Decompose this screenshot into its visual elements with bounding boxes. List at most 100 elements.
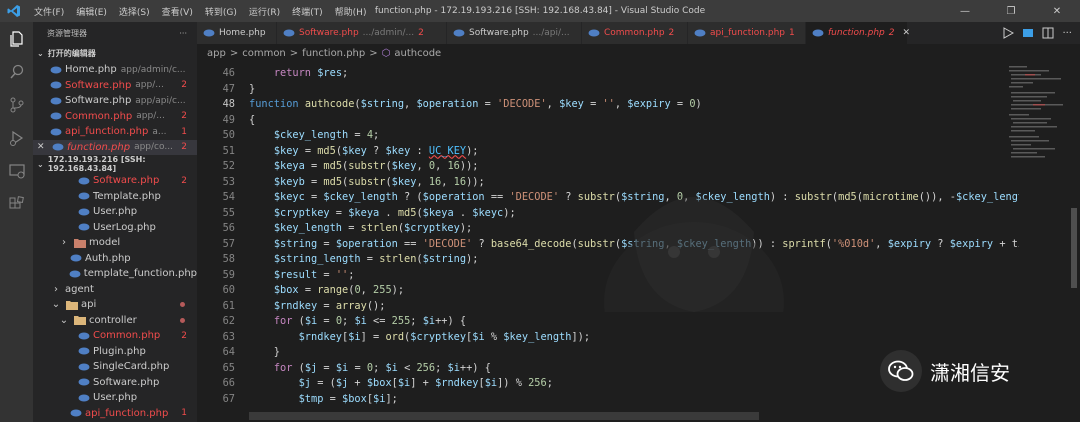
open-editor-item[interactable]: Software.php app/api/c...	[33, 93, 197, 109]
close-icon[interactable]: ✕	[37, 142, 49, 152]
tree-item-name: UserLog.php	[93, 221, 156, 233]
problem-count-badge: 2	[181, 111, 187, 122]
run-debug-icon[interactable]	[0, 121, 33, 154]
code-line[interactable]: $rndkey[$i] = ord($cryptkey[$i % $key_le…	[249, 330, 1019, 346]
open-editor-item[interactable]: api_function.php a... 1	[33, 124, 197, 140]
minimap[interactable]	[1005, 62, 1071, 422]
tree-item[interactable]: Auth.php	[33, 251, 197, 267]
tree-item[interactable]: SingleCard.php	[33, 359, 197, 375]
open-editor-item[interactable]: ✕ function.php app/co... 2	[33, 139, 197, 155]
breadcrumb-item[interactable]: function.php	[302, 48, 365, 59]
chevron-down-icon[interactable]: ⌄	[49, 299, 63, 310]
tree-item[interactable]: ⌄ api	[33, 297, 197, 313]
line-number: 61	[222, 299, 235, 312]
tree-item[interactable]: Software.php	[33, 375, 197, 391]
breadcrumb-item[interactable]: authcode	[394, 48, 441, 59]
menu-item[interactable]: 选择(S)	[113, 5, 156, 18]
explorer-title: 资源管理器	[47, 28, 87, 38]
search-icon[interactable]	[0, 55, 33, 88]
code-line[interactable]: $ckey_length = 4;	[249, 128, 1019, 144]
code-editor[interactable]: 46 47 48 49 50 51 52 53 54 55 56 57 58 59 60 61 62 63 64 65…	[197, 62, 1080, 422]
tree-item-name: api_function.php	[85, 407, 169, 419]
workspace-root-header[interactable]: ⌄ 172.19.193.216 [SSH: 192.168.43.84]	[33, 155, 197, 173]
line-number: 51	[222, 144, 235, 157]
code-line[interactable]: }	[249, 82, 1019, 98]
tree-item-name: User.php	[93, 206, 138, 218]
editor-tabs: Home.php Software.php .../admin/... 2 Softwa…	[197, 22, 1080, 44]
tree-item-name: agent	[65, 283, 94, 295]
problem-dot-icon	[180, 317, 185, 323]
tree-item[interactable]: Plugin.php	[33, 344, 197, 360]
tree-item-name: template_function.php	[83, 268, 197, 280]
tab-api_function-php[interactable]: api_function.php 1	[688, 22, 806, 44]
php-file-icon	[49, 128, 63, 136]
code-line[interactable]: function authcode($string, $operation = …	[249, 97, 1019, 113]
folder-open-icon	[65, 300, 79, 310]
open-editor-path: a...	[152, 126, 167, 137]
tree-item[interactable]: User.php	[33, 390, 197, 406]
explorer-icon[interactable]	[0, 22, 33, 55]
source-control-icon[interactable]	[0, 88, 33, 121]
chevron-down-icon[interactable]: ⌄	[57, 315, 71, 326]
line-number: 67	[222, 392, 235, 405]
code-line[interactable]: $tmp = $box[$i];	[249, 392, 1019, 408]
line-number: 47	[222, 82, 235, 95]
close-tab-icon[interactable]: ✕	[903, 28, 911, 38]
php-file-icon	[453, 29, 465, 37]
chevron-right-icon[interactable]: ›	[49, 284, 63, 295]
more-actions-icon[interactable]: ···	[1062, 28, 1072, 39]
menu-item[interactable]: 终端(T)	[286, 5, 329, 18]
open-editors-header[interactable]: ⌄ 打开的编辑器	[33, 44, 197, 62]
code-line[interactable]: $key = md5($key ? $key : UC_KEY);	[249, 144, 1019, 160]
vertical-scrollbar[interactable]	[1071, 208, 1077, 288]
open-editor-item[interactable]: Software.php app/... 2	[33, 78, 197, 94]
tree-item[interactable]: api_function.php 1	[33, 406, 197, 422]
menu-item[interactable]: 编辑(E)	[70, 5, 113, 18]
tree-item[interactable]: UserLog.php	[33, 220, 197, 236]
code-line[interactable]: {	[249, 113, 1019, 129]
horizontal-scrollbar[interactable]	[249, 412, 759, 420]
tree-item[interactable]: Template.php	[33, 189, 197, 205]
php-file-icon	[49, 112, 63, 120]
tree-item-name: Auth.php	[85, 252, 131, 264]
php-file-icon	[203, 29, 215, 37]
tab-software-php[interactable]: Software.php .../api/...	[447, 22, 582, 44]
tree-item[interactable]: template_function.php	[33, 266, 197, 282]
remote-explorer-icon[interactable]	[0, 154, 33, 187]
code-line[interactable]: for ($i = 0; $i <= 255; $i++) {	[249, 314, 1019, 330]
open-preview-icon[interactable]	[1022, 24, 1034, 43]
tab-software-php[interactable]: Software.php .../admin/... 2	[277, 22, 447, 44]
minimize-icon[interactable]: —	[942, 0, 988, 22]
tree-item[interactable]: › model	[33, 235, 197, 251]
tree-item[interactable]: › agent	[33, 282, 197, 298]
open-editor-path: app/api/c...	[135, 95, 186, 106]
menu-item[interactable]: 帮助(H)	[329, 5, 373, 18]
menu-item[interactable]: 查看(V)	[156, 5, 199, 18]
restore-icon[interactable]: ❐	[988, 0, 1034, 22]
tree-item[interactable]: Software.php 2	[33, 173, 197, 189]
open-editor-item[interactable]: Common.php app/... 2	[33, 109, 197, 125]
tree-item[interactable]: User.php	[33, 204, 197, 220]
tree-item[interactable]: Common.php 2	[33, 328, 197, 344]
tree-item[interactable]: ⌄ controller	[33, 313, 197, 329]
tree-item-name: Plugin.php	[93, 345, 146, 357]
chevron-right-icon[interactable]: ›	[57, 237, 71, 248]
breadcrumb-item[interactable]: app	[207, 48, 226, 59]
more-actions-icon[interactable]: ···	[179, 29, 187, 38]
tab-function-php[interactable]: function.php 2 ✕	[806, 22, 911, 44]
tab-common-php[interactable]: Common.php 2	[582, 22, 688, 44]
split-editor-icon[interactable]	[1042, 24, 1054, 43]
menu-item[interactable]: 文件(F)	[28, 5, 70, 18]
menu-item[interactable]: 转到(G)	[199, 5, 243, 18]
php-file-icon	[77, 223, 91, 231]
breadcrumb-item[interactable]: common	[242, 48, 286, 59]
open-editor-item[interactable]: Home.php app/admin/c...	[33, 62, 197, 78]
menu-item[interactable]: 运行(R)	[243, 5, 286, 18]
code-line[interactable]: return $res;	[249, 66, 1019, 82]
extensions-icon[interactable]	[0, 187, 33, 220]
tab-home-php[interactable]: Home.php	[197, 22, 277, 44]
line-number: 46	[222, 67, 235, 79]
close-window-icon[interactable]: ✕	[1034, 0, 1080, 22]
tab-label: Common.php	[604, 28, 665, 38]
run-icon[interactable]	[1002, 24, 1015, 43]
